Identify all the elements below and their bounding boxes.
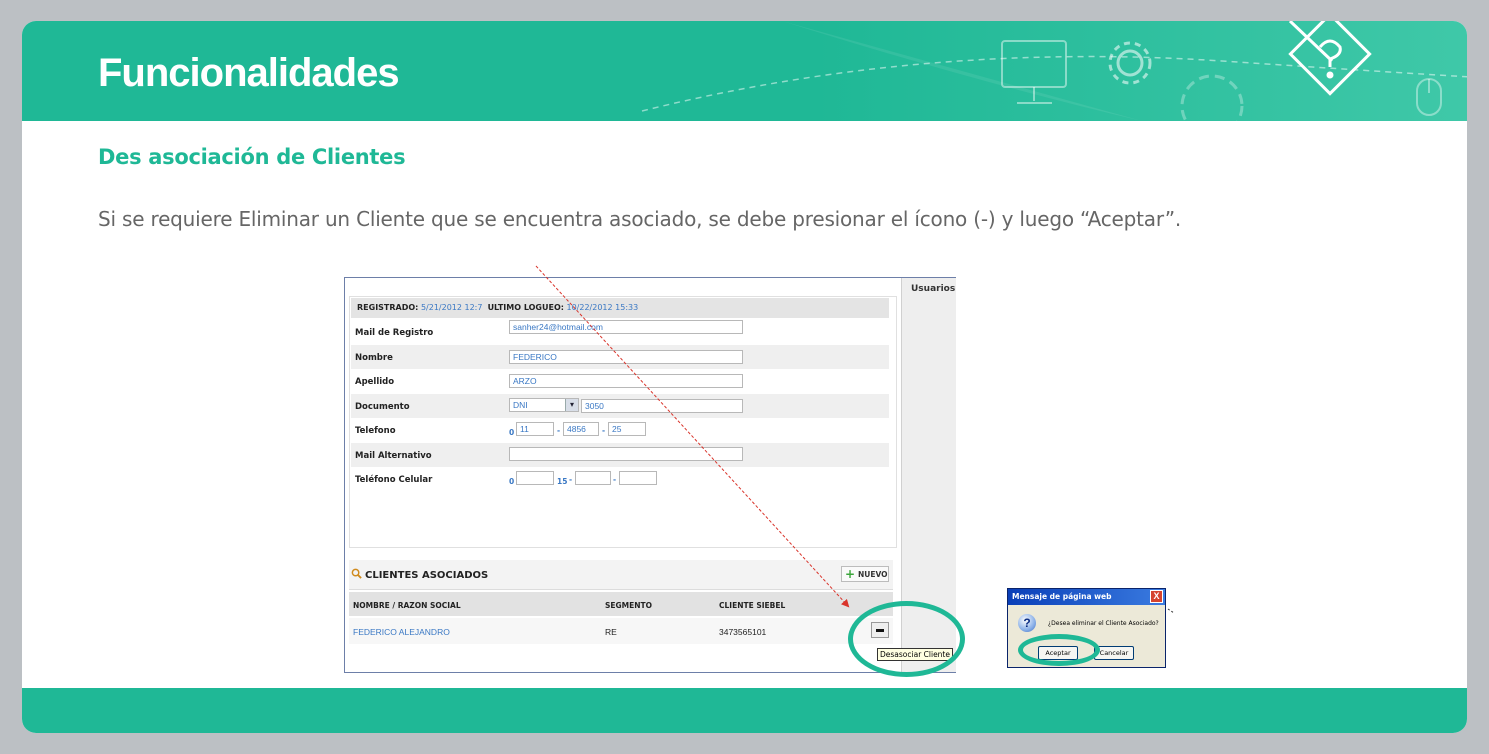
highlight-ellipse-accept [1018, 634, 1100, 666]
close-icon[interactable]: X [1150, 590, 1163, 603]
slide: Funcionalidades Des asociación de Client… [22, 21, 1467, 733]
annotation-arrow [535, 265, 1175, 614]
dialog-message: ¿Desea eliminar el Cliente Asociado? [1048, 620, 1159, 627]
question-icon: ? [1018, 614, 1036, 632]
footer-bar [22, 688, 1467, 733]
cancel-button[interactable]: Cancelar [1094, 646, 1134, 660]
dialog-title: Mensaje de página web [1008, 589, 1165, 605]
